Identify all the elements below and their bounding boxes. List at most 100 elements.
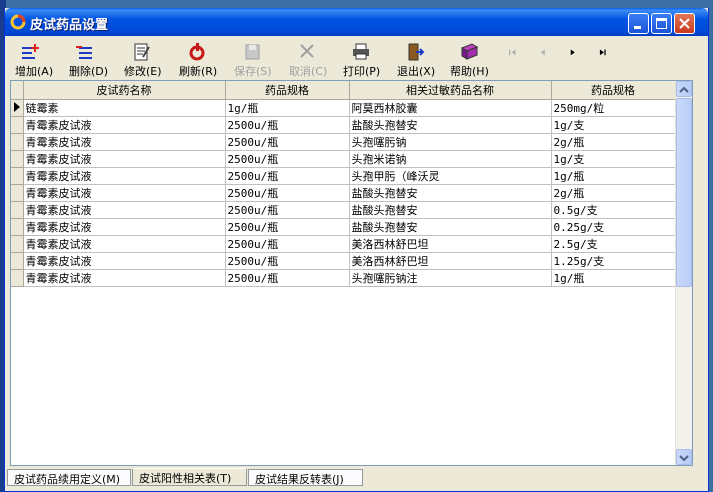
row-indicator[interactable] [11,133,24,151]
grid-cell[interactable]: 0.25g/支 [551,218,676,236]
grid-cell[interactable]: 头孢噻肟钠注 [349,269,552,287]
vertical-scrollbar[interactable] [675,81,692,465]
grid-cell[interactable]: 2500u/瓶 [225,133,350,151]
save-button[interactable]: 保存(S) [234,42,272,82]
grid-cell[interactable]: 2500u/瓶 [225,235,350,253]
grid-cell[interactable]: 链霉素 [23,99,226,117]
tab-result-reverse[interactable]: 皮试结果反转表(J) [248,469,363,486]
grid-cell[interactable]: 青霉素皮试液 [23,167,226,185]
row-indicator[interactable] [11,184,24,202]
print-button[interactable]: 打印(P) [343,42,380,82]
row-indicator[interactable] [11,252,24,270]
grid-cell[interactable]: 1g/瓶 [551,269,676,287]
grid-cell[interactable]: 青霉素皮试液 [23,201,226,219]
grid-cell[interactable]: 2500u/瓶 [225,252,350,270]
grid-cell[interactable]: 0.5g/支 [551,201,676,219]
help-button[interactable]: 帮助(H) [450,42,489,82]
grid-cell[interactable]: 盐酸头孢替安 [349,218,552,236]
tab-positive-related[interactable]: 皮试阳性相关表(T) [132,468,247,486]
row-indicator[interactable] [11,116,24,134]
grid-cell[interactable]: 2500u/瓶 [225,184,350,202]
grid-cell[interactable]: 美洛西林舒巴坦 [349,252,552,270]
column-header[interactable]: 相关过敏药品名称 [349,81,552,100]
refresh-icon [189,43,205,61]
title-bar[interactable]: 皮试药品设置 [5,8,708,36]
grid-cell[interactable]: 2500u/瓶 [225,116,350,134]
refresh-button[interactable]: 刷新(R) [179,42,217,82]
row-indicator[interactable] [11,150,24,168]
grid-cell[interactable]: 1g/支 [551,116,676,134]
grid-cell[interactable]: 2500u/瓶 [225,150,350,168]
grid-cell[interactable]: 2500u/瓶 [225,218,350,236]
grid-cell[interactable]: 头孢噻肟钠 [349,133,552,151]
current-row-indicator[interactable] [11,99,24,117]
table-row[interactable]: 青霉素皮试液 2500u/瓶 头孢甲肟（峰沃灵 1g/瓶 [11,167,676,185]
grid-cell[interactable]: 2g/瓶 [551,184,676,202]
grid-cell[interactable]: 青霉素皮试液 [23,235,226,253]
scroll-thumb[interactable] [676,98,692,287]
table-row[interactable]: 青霉素皮试液 2500u/瓶 头孢噻肟钠 2g/瓶 [11,133,676,151]
table-row[interactable]: 青霉素皮试液 2500u/瓶 盐酸头孢替安 1g/支 [11,116,676,134]
grid-cell[interactable]: 头孢米诺钠 [349,150,552,168]
next-record-button[interactable] [565,42,583,82]
table-row[interactable]: 青霉素皮试液 2500u/瓶 美洛西林舒巴坦 1.25g/支 [11,252,676,270]
delete-button[interactable]: 删除(D) [69,42,108,82]
grid-cell[interactable]: 头孢甲肟（峰沃灵 [349,167,552,185]
grid-cell[interactable]: 盐酸头孢替安 [349,116,552,134]
table-row[interactable]: 链霉素 1g/瓶 阿莫西林胶囊 250mg/粒 [11,99,676,117]
row-indicator[interactable] [11,235,24,253]
first-record-button[interactable] [505,42,523,82]
exit-button[interactable]: 退出(X) [397,42,435,82]
table-row[interactable]: 青霉素皮试液 2500u/瓶 盐酸头孢替安 0.25g/支 [11,218,676,236]
table-row[interactable]: 青霉素皮试液 2500u/瓶 盐酸头孢替安 2g/瓶 [11,184,676,202]
grid-cell[interactable]: 250mg/粒 [551,99,676,117]
grid-cell[interactable]: 2500u/瓶 [225,269,350,287]
table-row[interactable]: 青霉素皮试液 2500u/瓶 头孢噻肟钠注 1g/瓶 [11,269,676,287]
last-record-button[interactable] [595,42,613,82]
grid-cell[interactable]: 青霉素皮试液 [23,116,226,134]
grid-cell[interactable]: 青霉素皮试液 [23,133,226,151]
column-header[interactable]: 药品规格 [225,81,350,100]
prev-record-button[interactable] [535,42,553,82]
row-indicator[interactable] [11,218,24,236]
close-button[interactable] [674,13,695,34]
chevron-up-icon [679,86,689,93]
add-button[interactable]: 增加(A) [15,42,53,82]
grid-cell[interactable]: 青霉素皮试液 [23,218,226,236]
maximize-button[interactable] [651,13,672,34]
grid-cell[interactable]: 1.25g/支 [551,252,676,270]
scroll-down-button[interactable] [676,449,692,465]
data-grid[interactable]: 皮试药名称 药品规格 相关过敏药品名称 药品规格 链霉素 1g/瓶 阿莫西林胶囊 25… [10,80,693,466]
column-header[interactable]: 皮试药名称 [23,81,226,100]
grid-cell[interactable]: 青霉素皮试液 [23,150,226,168]
grid-cell[interactable]: 2500u/瓶 [225,201,350,219]
table-row[interactable]: 青霉素皮试液 2500u/瓶 美洛西林舒巴坦 2.5g/支 [11,235,676,253]
grid-cell[interactable]: 2.5g/支 [551,235,676,253]
grid-cell[interactable]: 2500u/瓶 [225,167,350,185]
grid-cell[interactable]: 美洛西林舒巴坦 [349,235,552,253]
scroll-up-button[interactable] [676,81,692,97]
save-icon [245,44,260,60]
grid-cell[interactable]: 青霉素皮试液 [23,252,226,270]
minimize-button[interactable] [628,13,649,34]
minimize-icon [634,26,641,29]
grid-cell[interactable]: 青霉素皮试液 [23,269,226,287]
cancel-button[interactable]: 取消(C) [289,42,327,82]
grid-cell[interactable]: 青霉素皮试液 [23,184,226,202]
grid-cell[interactable]: 2g/瓶 [551,133,676,151]
grid-cell[interactable]: 盐酸头孢替安 [349,184,552,202]
edit-button[interactable]: 修改(E) [124,42,162,82]
row-indicator[interactable] [11,167,24,185]
grid-cell[interactable]: 阿莫西林胶囊 [349,99,552,117]
row-indicator[interactable] [11,201,24,219]
grid-table: 皮试药名称 药品规格 相关过敏药品名称 药品规格 链霉素 1g/瓶 阿莫西林胶囊 25… [11,81,676,287]
grid-cell[interactable]: 1g/瓶 [551,167,676,185]
row-indicator[interactable] [11,269,24,287]
grid-cell[interactable]: 盐酸头孢替安 [349,201,552,219]
grid-cell[interactable]: 1g/支 [551,150,676,168]
table-row[interactable]: 青霉素皮试液 2500u/瓶 盐酸头孢替安 0.5g/支 [11,201,676,219]
column-header[interactable]: 药品规格 [551,81,676,100]
tab-continued-use[interactable]: 皮试药品续用定义(M) [7,469,131,486]
table-row[interactable]: 青霉素皮试液 2500u/瓶 头孢米诺钠 1g/支 [11,150,676,168]
grid-cell[interactable]: 1g/瓶 [225,99,350,117]
